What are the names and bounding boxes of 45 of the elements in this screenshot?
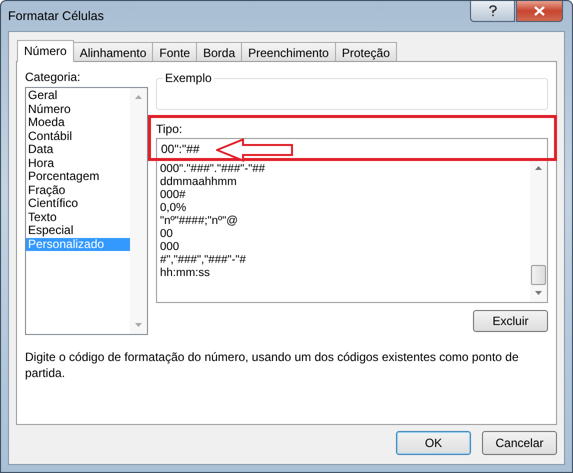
help-icon — [488, 5, 498, 17]
scrollbar[interactable] — [530, 159, 547, 302]
category-item[interactable]: Número — [26, 102, 130, 116]
category-item[interactable]: Científico — [26, 197, 130, 210]
scroll-thumb[interactable] — [531, 265, 546, 285]
delete-button[interactable]: Excluir — [473, 310, 548, 332]
category-item[interactable]: Data — [26, 143, 130, 156]
sample-label: Exemplo — [163, 71, 214, 85]
window-title: Formatar Células — [8, 9, 104, 23]
scroll-down-icon — [535, 291, 542, 295]
scroll-down-icon — [135, 323, 142, 327]
tab[interactable]: Alinhamento — [72, 42, 154, 61]
scroll-up-icon — [535, 166, 542, 170]
type-label: Tipo: — [156, 122, 184, 136]
close-button[interactable] — [516, 1, 563, 22]
format-item[interactable]: 000"."###"."###"-"## — [157, 163, 530, 176]
category-item[interactable]: Geral — [26, 89, 130, 102]
scroll-up-icon — [135, 95, 142, 99]
category-label: Categoria: — [25, 70, 82, 84]
format-item[interactable]: "nº"####;"nº"@ — [157, 215, 530, 228]
category-item[interactable]: Fração — [26, 184, 130, 197]
format-item[interactable]: 0,0% — [157, 202, 530, 215]
format-item[interactable]: 00 — [157, 228, 530, 241]
category-item[interactable]: Texto — [26, 210, 130, 224]
format-item[interactable]: #","###","###"-"# — [157, 254, 530, 267]
format-item[interactable]: 000 — [157, 241, 530, 254]
tab[interactable]: Fonte — [152, 42, 198, 61]
tab[interactable]: Borda — [196, 42, 242, 61]
help-button[interactable] — [470, 1, 515, 22]
category-item[interactable]: Porcentagem — [26, 170, 130, 184]
close-icon — [534, 6, 545, 16]
tab[interactable]: Preenchimento — [241, 42, 336, 61]
format-item[interactable]: 000# — [157, 189, 530, 202]
description-text: Digite o código de formatação do número, usando um dos códigos existentes como ponto de partida. — [25, 349, 520, 381]
category-item[interactable]: Especial — [26, 224, 130, 238]
scrollbar[interactable] — [130, 88, 147, 334]
format-item[interactable]: hh:mm:ss — [157, 267, 530, 280]
tab[interactable]: Proteção — [334, 42, 397, 61]
dialog-button[interactable]: OK — [396, 431, 471, 455]
tab[interactable]: Número — [17, 40, 74, 62]
category-item[interactable]: Contábil — [26, 130, 130, 143]
dialog-button[interactable]: Cancelar — [482, 431, 557, 455]
format-item[interactable]: ddmmaahhmm — [157, 176, 530, 189]
category-item[interactable]: Hora — [26, 156, 130, 170]
category-item[interactable]: Moeda — [26, 116, 130, 130]
